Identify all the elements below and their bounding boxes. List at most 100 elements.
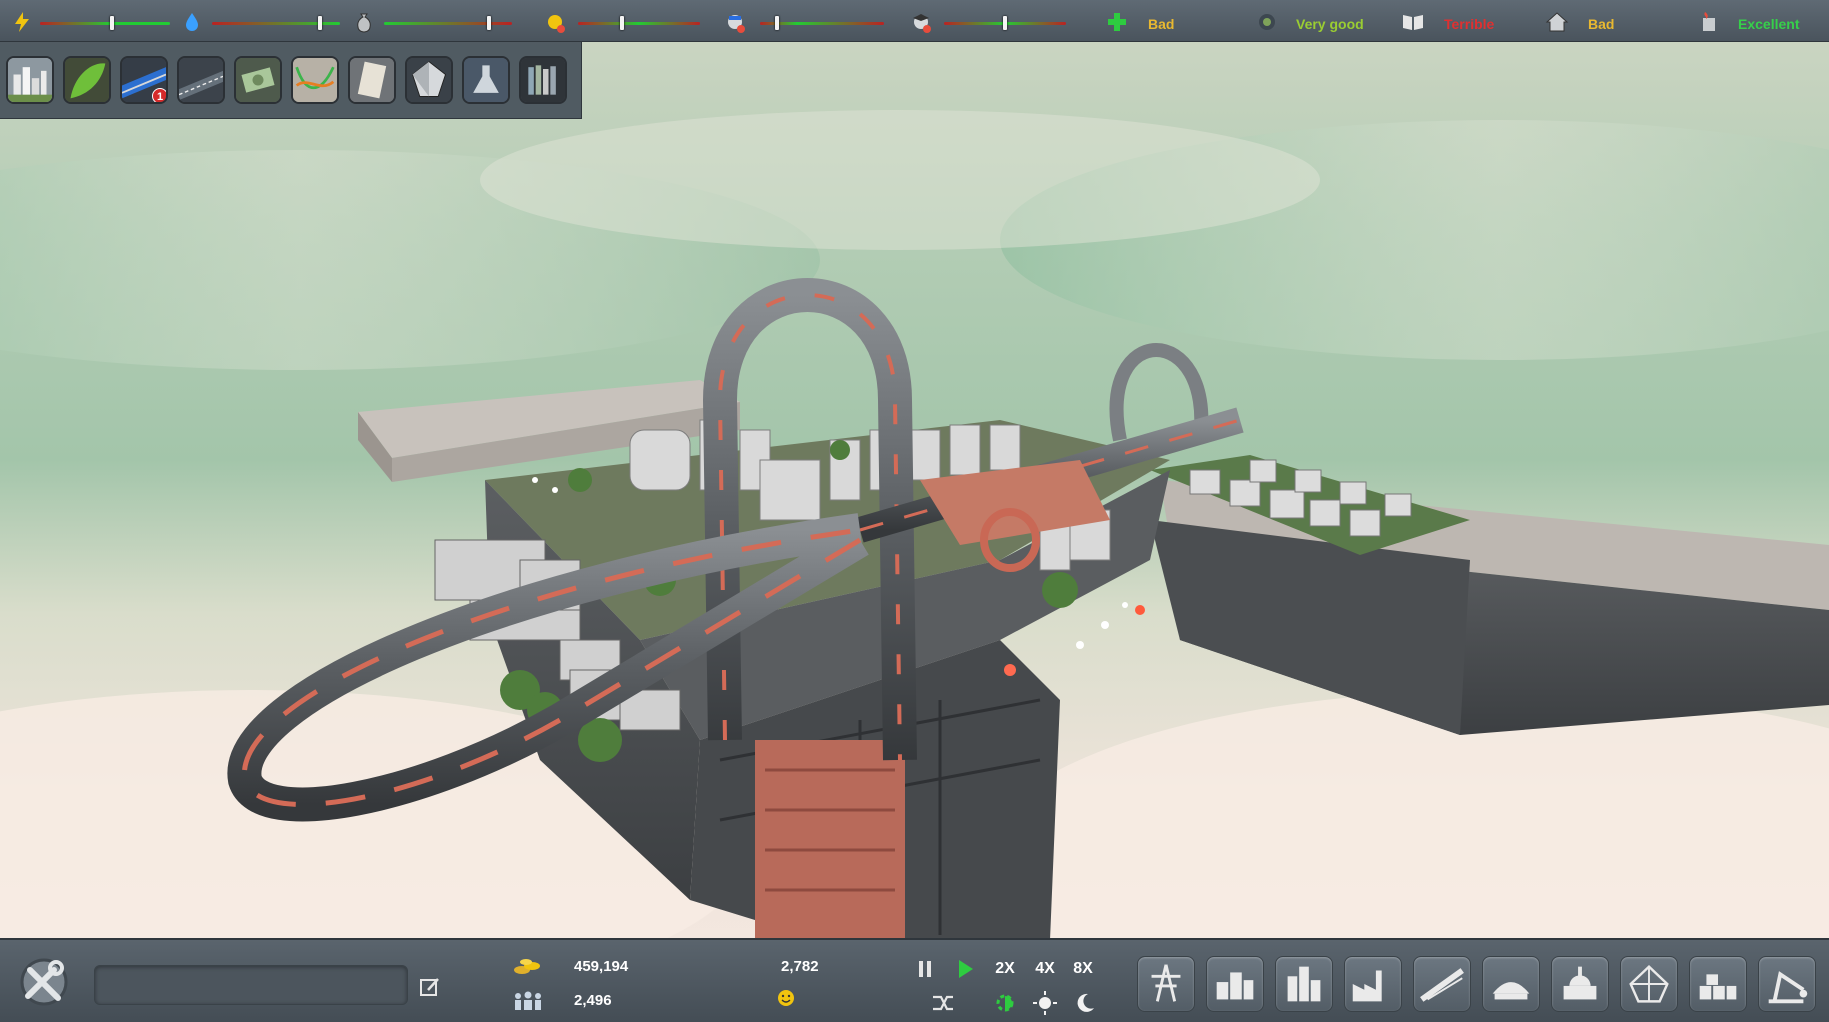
pollution-rating[interactable]: Very good [1254, 4, 1404, 38]
day-night-cycle-icon [996, 994, 1014, 1012]
storage-build[interactable] [1689, 956, 1747, 1012]
money-tool[interactable] [234, 56, 282, 104]
city-overview-tool[interactable] [6, 56, 54, 104]
power-icon [15, 12, 29, 32]
shuffle-icon [933, 995, 953, 1011]
health-cross-icon [1108, 13, 1126, 31]
power-bar [40, 22, 170, 25]
water-meter[interactable] [180, 4, 340, 38]
residential-build[interactable] [1206, 956, 1264, 1012]
speed-4x-button[interactable]: 4X [1028, 956, 1062, 982]
education-book-icon [1403, 15, 1423, 30]
speed-8x-button[interactable]: 8X [1066, 956, 1100, 982]
housing-rating[interactable]: Bad [1544, 4, 1664, 38]
speed-2x-button[interactable]: 2X [988, 956, 1022, 982]
power-tower-icon [1151, 964, 1181, 1002]
police-level-marker [775, 16, 780, 30]
pollution-rating-text: Very good [1296, 16, 1364, 32]
day-night-auto-button[interactable] [992, 990, 1018, 1016]
education-meter[interactable] [910, 4, 1066, 38]
bottom-bar: 459,194 2,496 2,782 2X 4X 8X [0, 938, 1829, 1022]
fire-safety-icon [1703, 12, 1715, 31]
civic-build[interactable] [1551, 956, 1609, 1012]
tool-strip: 1 [0, 42, 582, 119]
storage-crates-icon [1699, 974, 1737, 1000]
terrain-tool[interactable] [63, 56, 111, 104]
worker-level-marker [619, 16, 624, 30]
transport-tool[interactable]: 1 [120, 56, 168, 104]
road-icon [179, 58, 223, 102]
pause-icon [919, 961, 931, 977]
power-plant-build[interactable] [1137, 956, 1195, 1012]
factory-icon [1352, 970, 1382, 1002]
sun-icon [1033, 991, 1057, 1015]
policies-scroll-tool[interactable] [348, 56, 396, 104]
nighttime-button[interactable] [1072, 990, 1098, 1016]
housing-rating-text: Bad [1588, 16, 1615, 32]
water-drop-icon [186, 13, 198, 31]
garbage-meter[interactable] [352, 4, 512, 38]
flask-icon [464, 58, 508, 102]
scroll-icon [350, 58, 394, 102]
education-demand-icon [913, 14, 931, 33]
landmark-dome-build[interactable] [1620, 956, 1678, 1012]
water-level-marker [317, 16, 322, 30]
research-flask-tool[interactable] [462, 56, 510, 104]
population-value: 2,496 [574, 992, 612, 1009]
commercial-build[interactable] [1275, 956, 1333, 1012]
tools-wrench-icon [20, 958, 68, 1006]
city-name-field[interactable] [94, 965, 408, 1005]
roads-build[interactable] [1413, 956, 1471, 1012]
statistics-graph-tool[interactable] [291, 56, 339, 104]
pollution-icon [1259, 14, 1275, 30]
city-viewport[interactable] [0, 0, 1829, 1022]
shuffle-button[interactable] [930, 990, 956, 1016]
moon-icon [1077, 993, 1094, 1012]
gold-coins-icon [514, 959, 540, 974]
resources-crystal-tool[interactable] [405, 56, 453, 104]
population-icon [515, 991, 541, 1010]
worker-meter[interactable] [544, 4, 700, 38]
terrain-icon [65, 58, 109, 102]
capitol-dome-icon [1563, 966, 1597, 1000]
crane-icon [1768, 971, 1808, 1004]
education-rating[interactable]: Terrible [1400, 4, 1530, 38]
education-rating-text: Terrible [1444, 16, 1495, 32]
transport-notification-badge: 1 [152, 88, 166, 102]
library-tool[interactable] [519, 56, 567, 104]
graph-icon [293, 58, 337, 102]
garbage-bag-icon [357, 13, 371, 33]
income-value: 2,782 [781, 958, 819, 975]
services-build[interactable] [1482, 956, 1540, 1012]
smiley-icon [778, 990, 794, 1006]
services-icon [1492, 982, 1530, 1000]
money-value: 459,194 [574, 958, 629, 975]
police-demand-icon [728, 15, 745, 33]
power-meter[interactable] [10, 4, 170, 38]
fire-safety-rating[interactable]: Excellent [1696, 4, 1826, 38]
play-icon [959, 960, 973, 978]
power-level-marker [109, 16, 114, 30]
health-rating[interactable]: Bad [1104, 4, 1224, 38]
top-status-bar: Bad Very good Terrible Bad Excellent [0, 0, 1829, 42]
commercial-buildings-icon [1287, 966, 1321, 1002]
worker-bar [578, 22, 700, 25]
pause-button[interactable] [912, 956, 938, 982]
residential-houses-icon [1216, 972, 1254, 1000]
fire-safety-rating-text: Excellent [1738, 16, 1800, 32]
settings-button[interactable] [14, 952, 74, 1012]
game-screen: Bad Very good Terrible Bad Excellent 1 4… [0, 0, 1829, 1022]
education-level-marker [1003, 16, 1007, 30]
roads-tool[interactable] [177, 56, 225, 104]
industrial-build[interactable] [1344, 956, 1402, 1012]
daytime-button[interactable] [1032, 990, 1058, 1016]
crystal-icon [407, 58, 451, 102]
worker-demand-icon [548, 15, 565, 33]
books-icon [521, 58, 565, 102]
health-rating-text: Bad [1148, 16, 1175, 32]
play-button[interactable] [952, 956, 978, 982]
police-meter[interactable] [724, 4, 884, 38]
housing-icon [1545, 12, 1569, 32]
demolish-crane-build[interactable] [1758, 956, 1816, 1012]
edit-pencil-icon[interactable] [418, 975, 442, 999]
